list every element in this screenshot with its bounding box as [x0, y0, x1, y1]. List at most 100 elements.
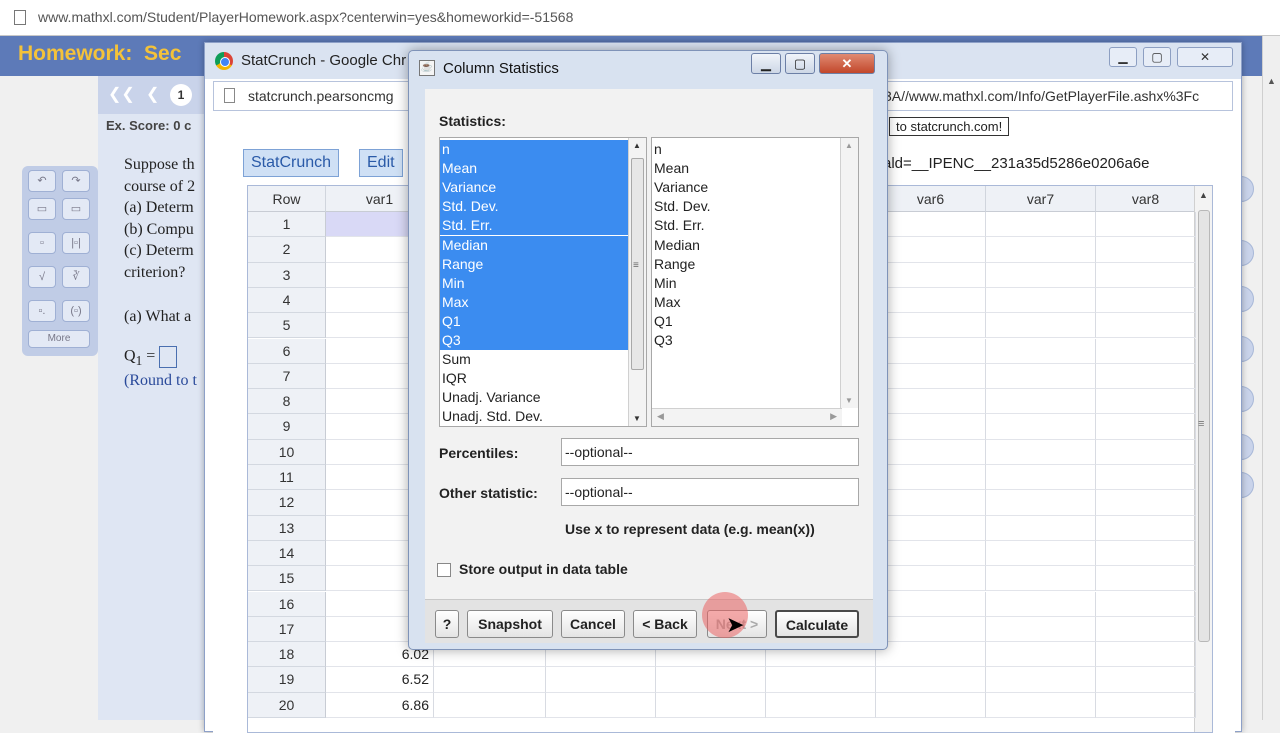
grid-cell[interactable] [1096, 262, 1196, 288]
grid-cell[interactable] [876, 414, 986, 440]
mixed-fraction-icon[interactable]: ▭ [62, 198, 90, 220]
grid-cell[interactable] [766, 692, 876, 718]
statistic-option[interactable]: Unadj. Std. Dev. [440, 407, 628, 426]
grid-cell[interactable] [876, 490, 986, 516]
back-button[interactable]: < Back [633, 610, 697, 638]
statistic-option[interactable]: Unadj. Variance [440, 388, 628, 407]
statistics-options-list[interactable]: Unadj. Std. Dev. Unadj. Variance IQR Sum Q3 Q… [439, 137, 647, 427]
grid-cell[interactable] [986, 363, 1096, 390]
grid-cell[interactable] [1096, 389, 1196, 415]
row-number[interactable]: 17 [248, 616, 326, 643]
grid-cell[interactable] [434, 667, 546, 693]
edit-menu[interactable]: Edit [359, 149, 403, 177]
decimal-icon[interactable]: ▫. [28, 300, 56, 322]
statcrunch-url[interactable]: statcrunch.pearsoncmg [248, 88, 394, 104]
grid-cell[interactable] [1096, 642, 1196, 668]
statistic-option[interactable]: Q3 [440, 331, 628, 351]
var8-header[interactable]: var8 [1096, 186, 1196, 212]
grid-cell[interactable] [656, 692, 766, 718]
q1-answer-input[interactable] [159, 346, 178, 368]
statistic-option[interactable]: Max [440, 292, 628, 312]
row-number[interactable]: 7 [248, 363, 326, 390]
row-number[interactable]: 6 [248, 338, 326, 364]
grid-cell[interactable] [986, 490, 1096, 516]
grid-cell[interactable] [876, 313, 986, 339]
grid-cell[interactable] [986, 439, 1096, 465]
selected-statistic[interactable]: Q1 [652, 312, 832, 331]
statistics-list-scrollbar[interactable]: ▲ ≡ ▼ [628, 138, 646, 426]
row-number[interactable]: 9 [248, 414, 326, 440]
grid-cell[interactable] [876, 667, 986, 693]
grid-cell[interactable] [1096, 566, 1196, 592]
grid-cell[interactable] [876, 212, 986, 238]
grid-cell[interactable] [876, 439, 986, 465]
maximize-icon[interactable]: ▢ [1143, 47, 1171, 67]
row-number[interactable]: 12 [248, 490, 326, 516]
statcrunch-home-link[interactable]: to statcrunch.com! [889, 117, 1010, 136]
abs-value-icon[interactable]: |▫| [62, 232, 90, 254]
selected-statistic[interactable]: Min [652, 274, 832, 293]
undo-icon[interactable]: ↶ [28, 170, 56, 192]
grid-cell[interactable] [986, 515, 1096, 541]
more-tools-button[interactable]: More [28, 330, 90, 348]
grid-cell[interactable] [986, 642, 1096, 668]
selected-statistic[interactable]: Q3 [652, 331, 832, 350]
redo-icon[interactable]: ↷ [62, 170, 90, 192]
grid-cell[interactable] [986, 212, 1096, 238]
row-number[interactable]: 20 [248, 692, 326, 718]
grid-cell[interactable] [876, 338, 986, 364]
grid-cell[interactable] [1096, 237, 1196, 263]
var1-cell[interactable]: 6.52 [326, 667, 434, 693]
grid-cell[interactable] [546, 692, 656, 718]
grid-cell[interactable] [1096, 591, 1196, 617]
grid-cell[interactable] [1096, 439, 1196, 465]
grid-cell[interactable] [986, 287, 1096, 314]
grid-cell[interactable] [1096, 338, 1196, 364]
other-statistic-input[interactable]: --optional-- [561, 478, 859, 506]
statistic-option[interactable]: Q1 [440, 311, 628, 331]
row-number[interactable]: 13 [248, 515, 326, 541]
row-number[interactable]: 18 [248, 642, 326, 668]
grid-cell[interactable] [876, 363, 986, 390]
outer-scrollbar[interactable]: ▲ [1262, 36, 1280, 720]
outer-url-text[interactable]: www.mathxl.com/Student/PlayerHomework.as… [38, 9, 573, 25]
row-number[interactable]: 3 [248, 262, 326, 288]
grid-cell[interactable] [986, 540, 1096, 567]
help-button[interactable]: ? [435, 610, 459, 638]
minimize-icon[interactable]: ▁ [751, 53, 781, 74]
minimize-icon[interactable]: ▁ [1109, 47, 1137, 67]
statistic-option[interactable]: Median [440, 235, 628, 255]
grid-cell[interactable] [876, 566, 986, 592]
grid-cell[interactable] [986, 338, 1096, 364]
percentiles-input[interactable]: --optional-- [561, 438, 859, 466]
grid-cell[interactable] [986, 616, 1096, 643]
row-number[interactable]: 4 [248, 287, 326, 314]
var7-header[interactable]: var7 [986, 186, 1096, 212]
selected-statistic[interactable]: Mean [652, 159, 832, 178]
var1-cell[interactable]: 6.86 [326, 692, 434, 718]
selected-list-hscroll[interactable]: ◀ ▶ [652, 408, 842, 426]
grid-cell[interactable] [876, 591, 986, 617]
grid-cell[interactable] [876, 237, 986, 263]
statistic-option[interactable]: Mean [440, 159, 628, 179]
grid-cell[interactable] [1096, 363, 1196, 390]
selected-statistics-list[interactable]: Q3 Q1 Max Min Range Median Std. Err. Std. Dev. V… [651, 137, 859, 427]
statistic-option[interactable]: Std. Err. [440, 216, 628, 236]
maximize-icon[interactable]: ▢ [785, 53, 815, 74]
selected-statistic[interactable]: Std. Dev. [652, 197, 832, 216]
grid-cell[interactable] [656, 667, 766, 693]
selected-statistic[interactable]: Range [652, 255, 832, 274]
cancel-button[interactable]: Cancel [561, 610, 625, 638]
row-number[interactable]: 19 [248, 667, 326, 693]
statistic-option[interactable]: Std. Dev. [440, 197, 628, 217]
grid-cell[interactable] [876, 465, 986, 491]
grid-cell[interactable] [1096, 515, 1196, 541]
store-output-checkbox[interactable] [437, 563, 451, 577]
store-output-label[interactable]: Store output in data table [459, 561, 628, 577]
row-number[interactable]: 14 [248, 540, 326, 567]
statistic-option[interactable]: Range [440, 254, 628, 274]
grid-cell[interactable] [986, 237, 1096, 263]
close-icon[interactable]: ✕ [819, 53, 875, 74]
grid-cell[interactable] [434, 692, 546, 718]
grid-cell[interactable] [986, 591, 1096, 617]
